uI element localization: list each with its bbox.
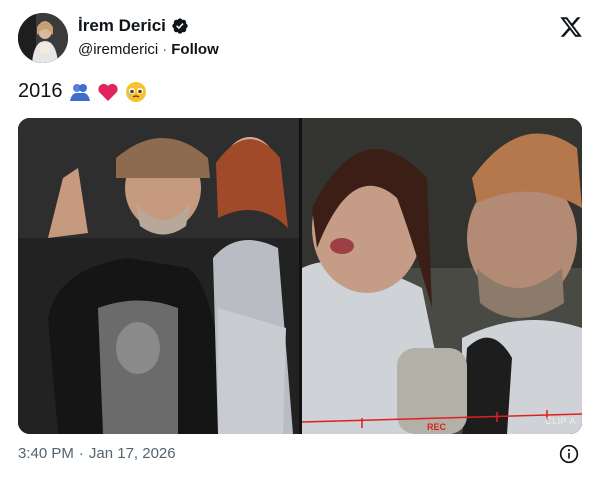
info-icon[interactable]	[559, 444, 579, 464]
author-name-row: İrem Derici	[78, 16, 189, 36]
clip-overlay-label: CLIP A	[545, 416, 576, 426]
verified-badge-icon	[172, 18, 188, 34]
media-photo-left[interactable]	[18, 118, 299, 434]
author-handle-row: @iremderici · Follow	[78, 41, 219, 58]
author-name[interactable]: İrem Derici	[78, 16, 166, 36]
author-avatar[interactable]	[18, 13, 68, 63]
timestamp-separator: ·	[78, 445, 84, 462]
separator-dot: ·	[162, 41, 168, 58]
x-logo-icon[interactable]	[559, 15, 583, 39]
tweet-time: 3:40 PM	[18, 445, 74, 462]
photo-left-illustration	[18, 118, 299, 434]
tweet-media[interactable]: REC CLIP A	[18, 118, 582, 434]
people-hugging-emoji-icon	[69, 81, 91, 103]
avatar-photo	[18, 13, 68, 63]
author-handle[interactable]: @iremderici	[78, 41, 158, 58]
tweet-date: Jan 17, 2026	[88, 445, 176, 462]
media-photo-right[interactable]: REC CLIP A	[302, 118, 582, 434]
tweet-text-content: 2016	[18, 80, 63, 102]
follow-button[interactable]: Follow	[171, 41, 219, 58]
face-holding-back-tears-emoji-icon	[125, 81, 147, 103]
tweet-timestamp[interactable]: 3:40 PM · Jan 17, 2026	[18, 445, 176, 462]
red-heart-emoji-icon	[97, 81, 119, 103]
rec-overlay-label: REC	[427, 422, 447, 432]
photo-right-illustration	[302, 118, 582, 434]
tweet-text: 2016	[18, 80, 147, 103]
